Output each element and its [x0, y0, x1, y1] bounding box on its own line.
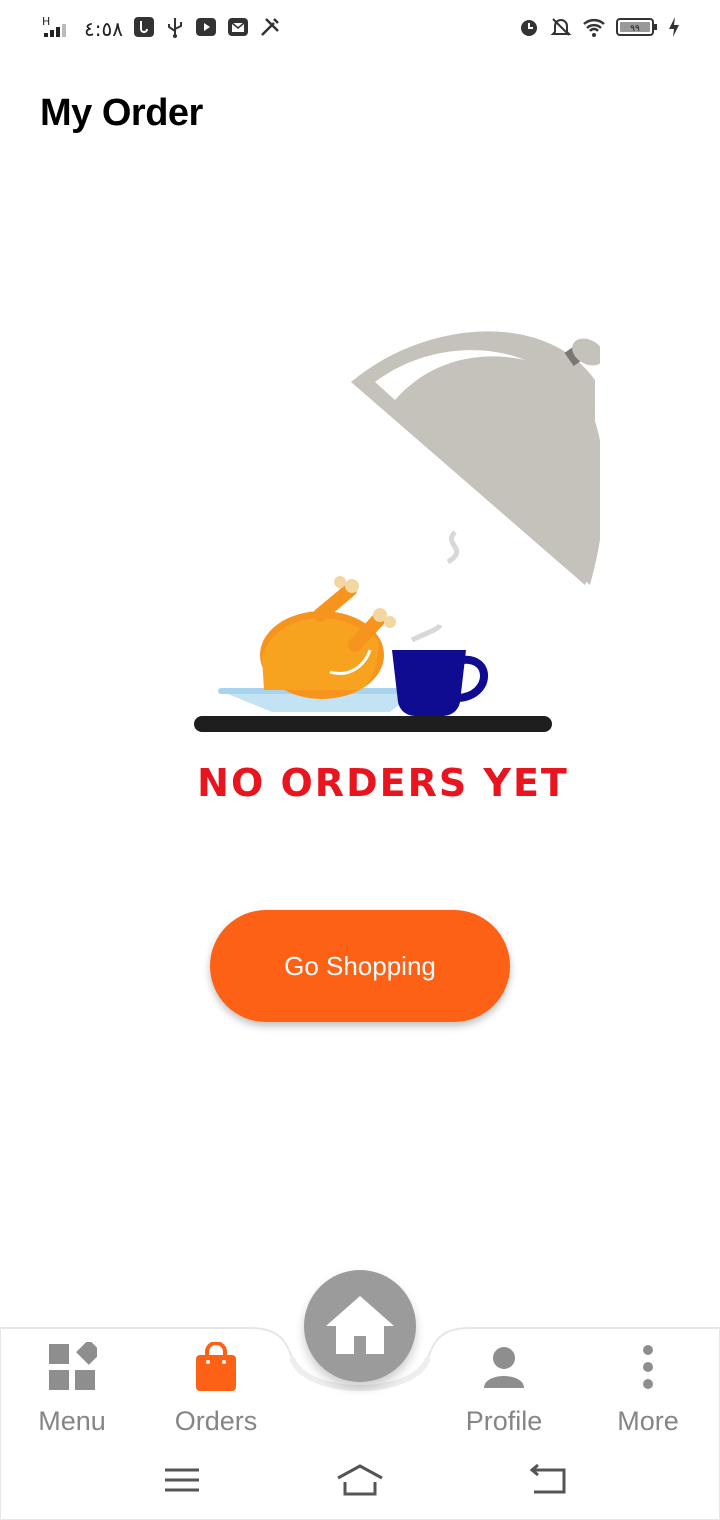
nav-item-profile[interactable]: Profile	[432, 1334, 576, 1444]
signal-icon: H	[40, 15, 74, 44]
shopping-bag-icon	[196, 1342, 236, 1391]
alarm-icon	[518, 16, 540, 43]
roast-chicken-icon	[260, 576, 396, 699]
nav-label-orders: Orders	[174, 1406, 258, 1436]
nav-item-more[interactable]: More	[576, 1334, 720, 1444]
status-bar: H ٤:٥٨ ٩٩	[0, 0, 720, 60]
home-icon	[326, 1296, 394, 1354]
empty-state-text: NO ORDERS YET	[198, 761, 568, 805]
nav-label-menu: Menu	[38, 1406, 106, 1436]
tools-icon	[259, 16, 281, 43]
recent-apps-icon[interactable]	[157, 1460, 207, 1500]
battery-icon: ٩٩	[616, 16, 658, 43]
person-icon	[484, 1347, 524, 1388]
nav-item-orders[interactable]: Orders	[144, 1334, 288, 1444]
more-vertical-icon	[643, 1345, 653, 1389]
usb-debug-icon	[133, 16, 155, 43]
page-title: My Order	[40, 92, 203, 134]
usb-icon	[165, 16, 185, 43]
tray	[194, 716, 552, 732]
nav-label-more: More	[617, 1406, 679, 1436]
grid-icon	[49, 1342, 97, 1390]
status-time: ٤:٥٨	[84, 17, 123, 41]
empty-state-message: NO ORDERS YET	[198, 761, 568, 805]
system-navigation-bar	[0, 1450, 720, 1510]
cloche-icon	[351, 331, 605, 585]
coffee-cup-icon	[392, 650, 488, 716]
go-shopping-button[interactable]: Go Shopping	[210, 910, 510, 1022]
empty-orders-illustration	[180, 320, 605, 820]
nav-label-profile: Profile	[465, 1406, 543, 1436]
nav-item-menu[interactable]: Menu	[0, 1334, 144, 1444]
mail-icon	[227, 16, 249, 43]
home-button[interactable]	[304, 1270, 416, 1382]
youtube-icon	[195, 16, 217, 43]
battery-level: ٩٩	[630, 24, 640, 34]
back-icon[interactable]	[524, 1460, 574, 1500]
charging-icon	[668, 16, 680, 43]
steam-icon	[410, 530, 460, 643]
notifications-off-icon	[550, 16, 572, 43]
system-home-icon[interactable]	[335, 1460, 385, 1500]
status-left: H ٤:٥٨	[40, 15, 281, 44]
wifi-icon	[582, 16, 606, 43]
network-type: H	[42, 15, 50, 28]
status-right: ٩٩	[518, 16, 680, 42]
